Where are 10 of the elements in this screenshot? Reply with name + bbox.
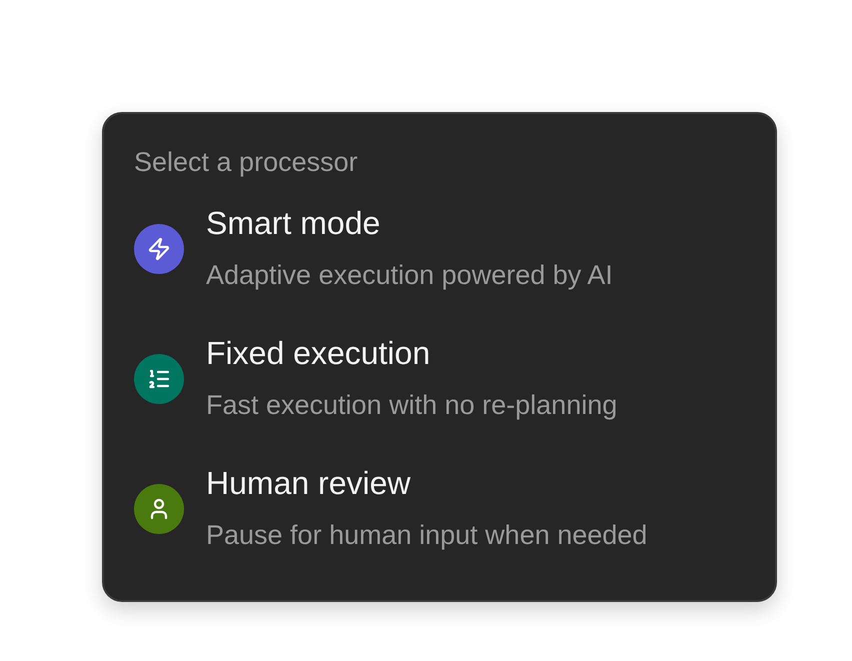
option-title: Fixed execution [206,334,432,373]
processor-option[interactable]: Human review Pause for human input when needed [134,444,745,574]
option-title: Smart mode [206,204,382,243]
option-description: Pause for human input when needed [206,519,648,552]
option-title: Human review [206,464,412,503]
processor-option[interactable]: Smart mode Adaptive execution powered by AI [134,184,745,314]
processor-option[interactable]: Fixed execution Fast execution with no re-planning [134,314,745,444]
menu-heading: Select a processor [134,146,359,179]
option-description: Fast execution with no re-planning [206,389,618,422]
option-description: Adaptive execution powered by AI [206,259,613,292]
